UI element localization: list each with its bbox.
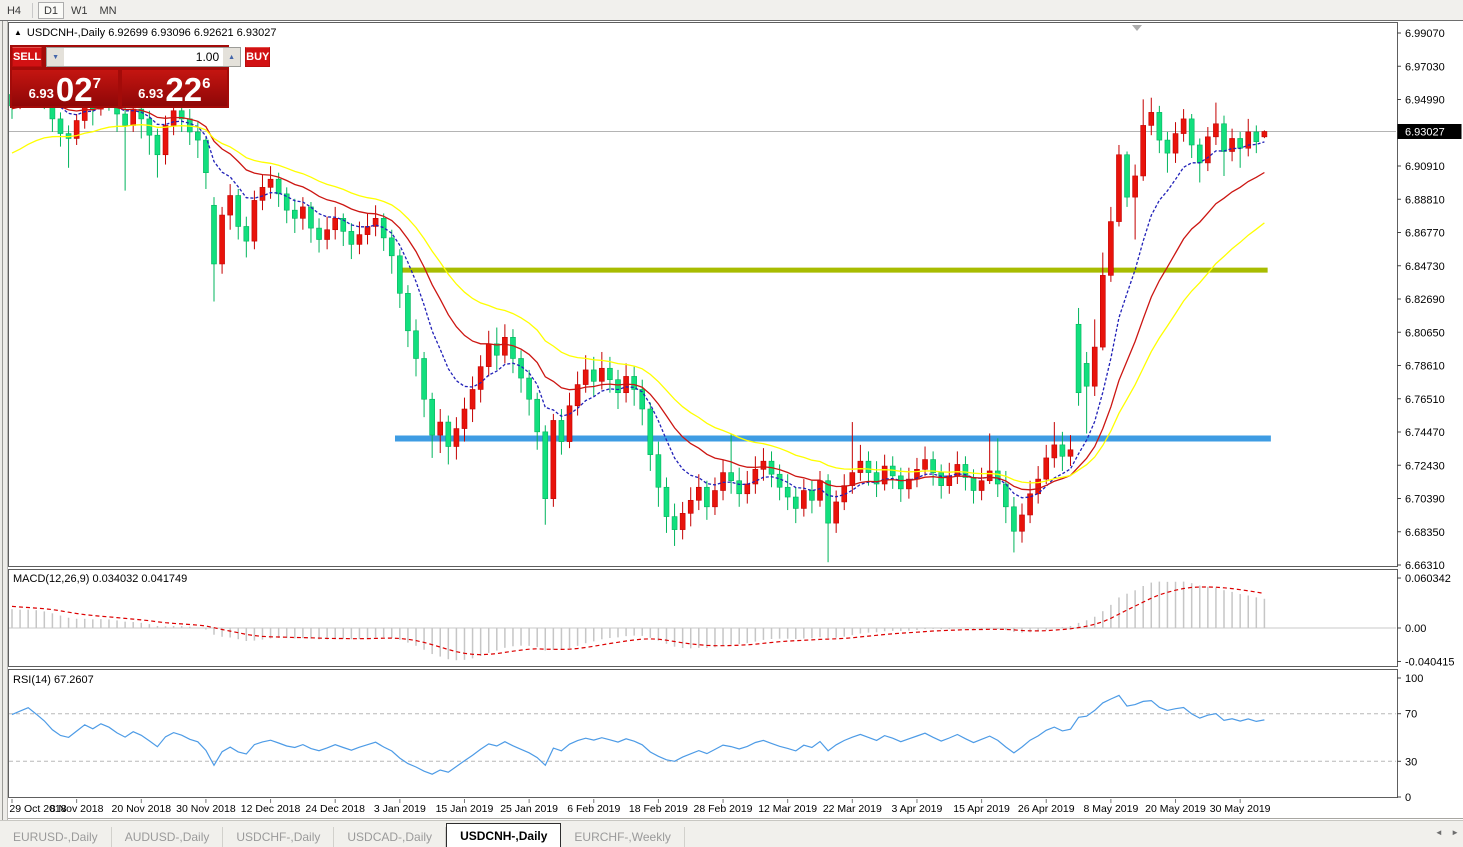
svg-text:100: 100 [1405, 673, 1423, 685]
svg-text:3 Apr 2019: 3 Apr 2019 [892, 803, 943, 815]
svg-text:12 Mar 2019: 12 Mar 2019 [758, 803, 817, 815]
svg-text:25 Jan 2019: 25 Jan 2019 [500, 803, 558, 815]
svg-text:6.99070: 6.99070 [1405, 28, 1445, 40]
macd-indicator-label: MACD(12,26,9) 0.034032 0.041749 [13, 573, 188, 585]
svg-text:15 Apr 2019: 15 Apr 2019 [953, 803, 1010, 815]
svg-text:6.78610: 6.78610 [1405, 361, 1445, 373]
timeframe-button-h4[interactable]: H4 [1, 2, 27, 19]
svg-text:6.80650: 6.80650 [1405, 327, 1445, 339]
buy-button[interactable]: BUY [245, 47, 271, 67]
svg-text:0.00: 0.00 [1405, 623, 1426, 635]
macd-panel [8, 569, 1398, 667]
svg-text:6.84730: 6.84730 [1405, 261, 1445, 273]
svg-text:0.060342: 0.060342 [1405, 573, 1451, 585]
svg-text:6.72430: 6.72430 [1405, 460, 1445, 472]
price-axis-column [1398, 21, 1463, 818]
buy-price-sup: 6 [202, 75, 211, 92]
sell-price-display[interactable]: 6.93 02 7 [12, 70, 118, 106]
volume-input[interactable] [64, 48, 224, 66]
buy-price-big: 22 [165, 71, 203, 108]
chart-tab-usdcnh-daily[interactable]: USDCNH-,Daily [446, 823, 562, 847]
timeframe-button-w1[interactable]: W1 [66, 2, 93, 19]
svg-text:6.74470: 6.74470 [1405, 427, 1445, 439]
svg-text:20 May 2019: 20 May 2019 [1145, 803, 1206, 815]
chart-tab-usdcad-daily[interactable]: USDCAD-,Daily [334, 827, 447, 847]
tab-scroll-right-icon[interactable]: ► [1451, 828, 1459, 837]
tab-scroll-left-icon[interactable]: ◄ [1435, 828, 1443, 837]
svg-text:6 Feb 2019: 6 Feb 2019 [567, 803, 620, 815]
chart-symbol-label: USDCNH-,Daily [26, 27, 106, 39]
svg-text:0: 0 [1405, 792, 1411, 804]
svg-text:6.70390: 6.70390 [1405, 494, 1445, 506]
svg-text:6.93027: 6.93027 [1405, 126, 1445, 138]
svg-text:6.68350: 6.68350 [1405, 527, 1445, 539]
sell-price-prefix: 6.93 [28, 86, 54, 101]
chart-tab-eurusd-daily[interactable]: EURUSD-,Daily [0, 827, 112, 847]
timeframe-toolbar: H4 D1 W1 MN [0, 0, 1463, 21]
svg-text:6.88810: 6.88810 [1405, 194, 1445, 206]
rsi-panel [8, 669, 1398, 798]
sell-price-big: 02 [55, 71, 93, 108]
chart-tab-usdchf-daily[interactable]: USDCHF-,Daily [223, 827, 335, 847]
svg-text:6.94990: 6.94990 [1405, 95, 1445, 107]
chart-title: ▲ USDCNH-,Daily 6.92699 6.93096 6.92621 6… [14, 27, 276, 39]
svg-text:6.86770: 6.86770 [1405, 228, 1445, 240]
svg-text:6.97030: 6.97030 [1405, 61, 1445, 73]
timeframe-button-mn[interactable]: MN [95, 2, 122, 19]
volume-increase-icon[interactable]: ▲ [223, 48, 241, 66]
svg-text:26 Apr 2019: 26 Apr 2019 [1018, 803, 1075, 815]
buy-price-prefix: 6.93 [138, 86, 164, 101]
volume-stepper: ▼ ▲ [46, 47, 242, 67]
sell-price-sup: 7 [92, 75, 101, 92]
svg-text:30 Nov 2018: 30 Nov 2018 [176, 803, 236, 815]
sell-button[interactable]: SELL [12, 47, 43, 67]
collapse-panel-icon[interactable]: ▲ [14, 28, 22, 37]
svg-text:6.90910: 6.90910 [1405, 161, 1445, 173]
svg-text:6.76510: 6.76510 [1405, 394, 1445, 406]
one-click-trading-panel: SELL ▼ ▲ BUY 6.93 02 7 6.93 22 6 [10, 45, 271, 108]
rsi-indicator-label: RSI(14) 67.2607 [13, 674, 94, 686]
volume-decrease-icon[interactable]: ▼ [47, 48, 65, 66]
svg-text:20 Nov 2018: 20 Nov 2018 [112, 803, 172, 815]
svg-text:12 Dec 2018: 12 Dec 2018 [241, 803, 301, 815]
svg-text:-0.040415: -0.040415 [1405, 656, 1455, 668]
chart-tab-eurchf-weekly[interactable]: EURCHF-,Weekly [561, 827, 685, 847]
svg-text:22 Mar 2019: 22 Mar 2019 [823, 803, 882, 815]
svg-text:3 Jan 2019: 3 Jan 2019 [374, 803, 426, 815]
toolbar-separator [32, 2, 33, 18]
tab-scroll-controls: ◄ ► [1429, 828, 1459, 837]
svg-text:28 Feb 2019: 28 Feb 2019 [694, 803, 753, 815]
svg-text:24 Dec 2018: 24 Dec 2018 [305, 803, 365, 815]
chart-ohlc-values: 6.92699 6.93096 6.92621 6.93027 [108, 27, 277, 39]
chart-canvas[interactable]: 6.99070 6.97030 6.94990 6.90910 6.88810 6.867… [0, 0, 1463, 847]
window-left-edge [0, 21, 8, 847]
svg-text:6.82690: 6.82690 [1405, 294, 1445, 306]
svg-text:8 Nov 2018: 8 Nov 2018 [50, 803, 104, 815]
svg-text:30 May 2019: 30 May 2019 [1210, 803, 1271, 815]
svg-text:8 May 2019: 8 May 2019 [1083, 803, 1138, 815]
chart-tab-audusd-daily[interactable]: AUDUSD-,Daily [112, 827, 224, 847]
buy-price-display[interactable]: 6.93 22 6 [121, 70, 227, 108]
timeframe-button-d1[interactable]: D1 [38, 1, 64, 19]
svg-text:70: 70 [1405, 709, 1417, 721]
svg-text:30: 30 [1405, 756, 1417, 768]
svg-text:15 Jan 2019: 15 Jan 2019 [436, 803, 494, 815]
svg-text:18 Feb 2019: 18 Feb 2019 [629, 803, 688, 815]
chart-tab-bar: EURUSD-,Daily AUDUSD-,Daily USDCHF-,Daily U… [0, 820, 1463, 847]
svg-text:6.66310: 6.66310 [1405, 560, 1445, 572]
